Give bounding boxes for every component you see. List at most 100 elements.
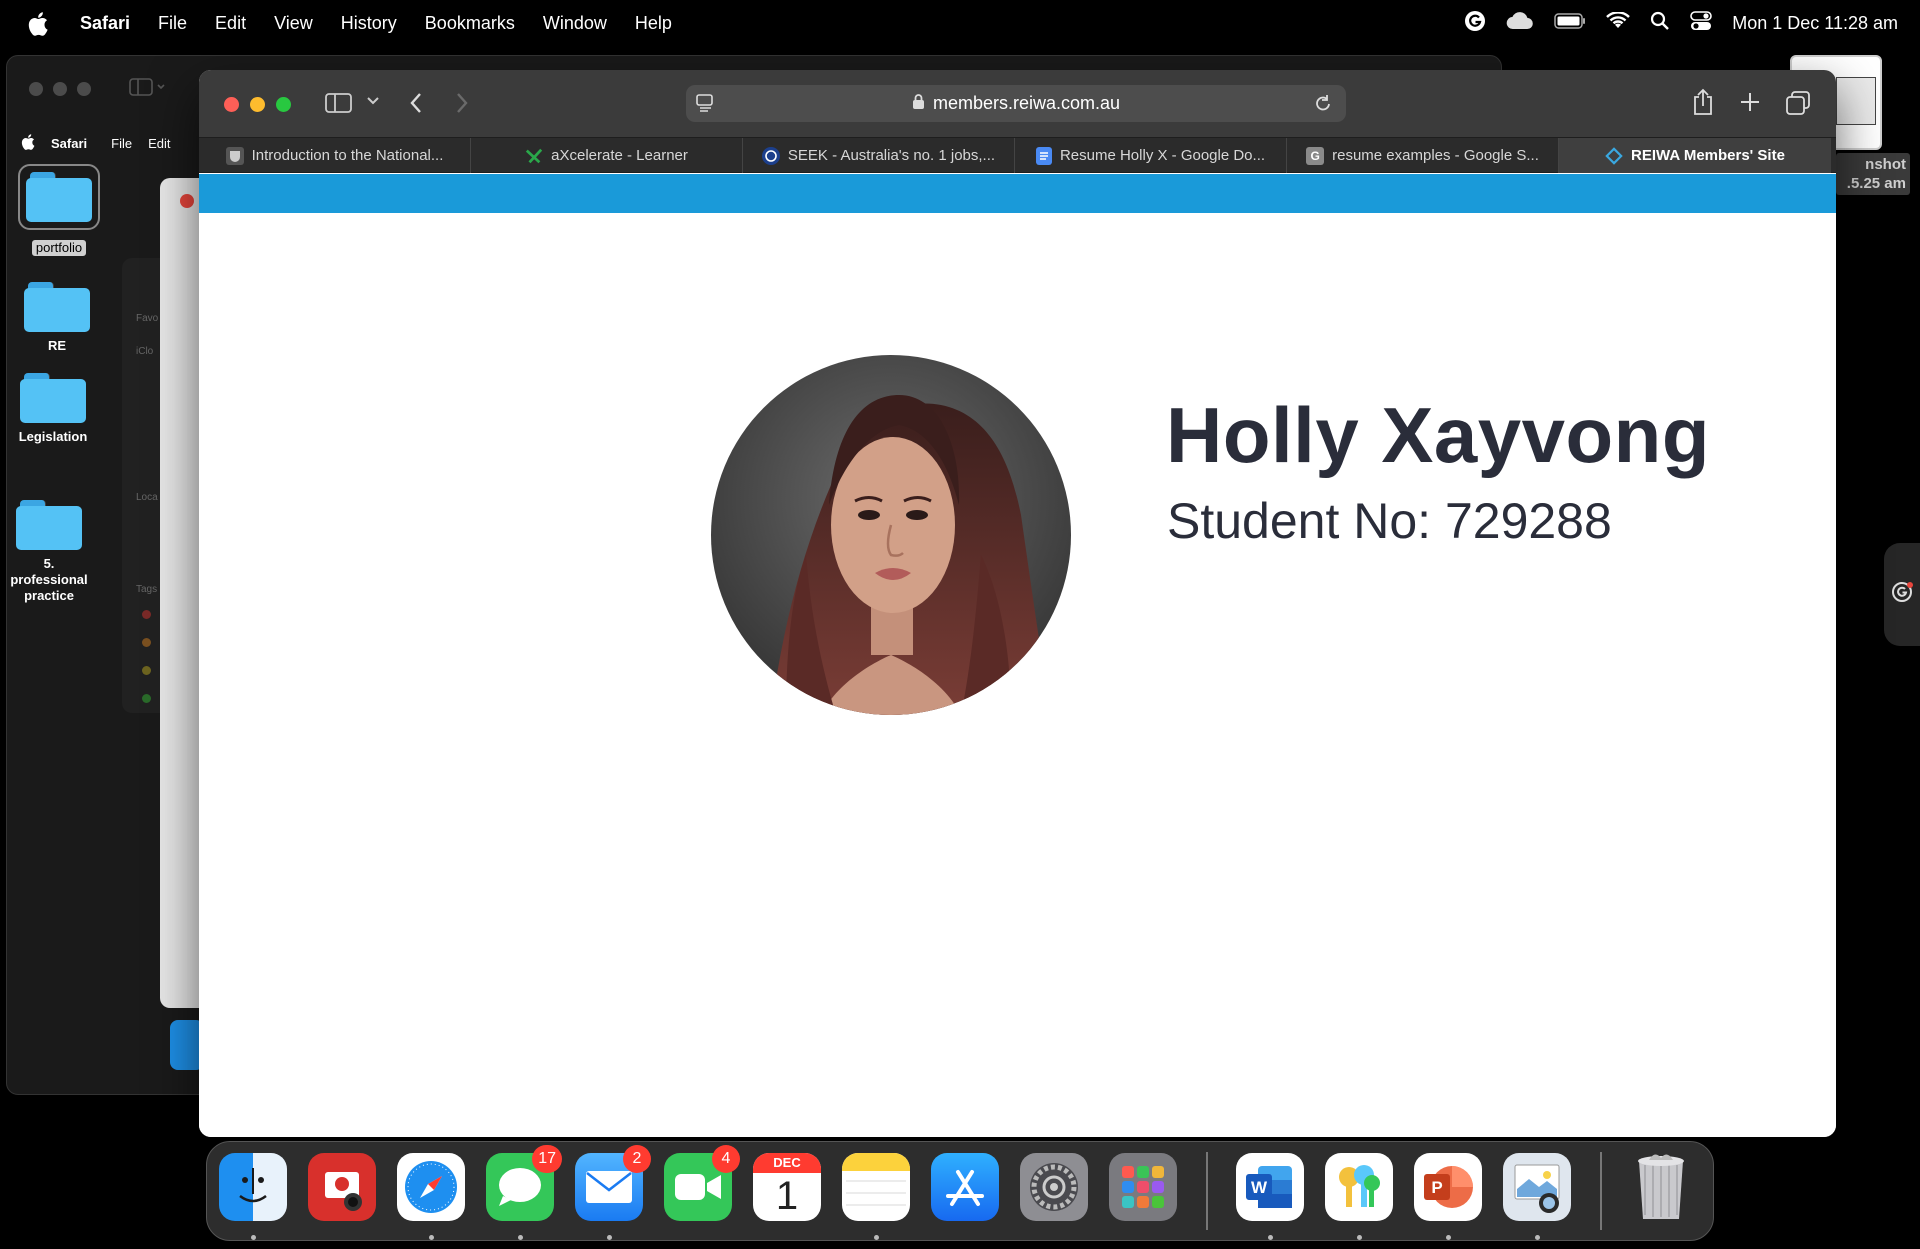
battery-icon[interactable]	[1554, 13, 1586, 34]
grammarly-status-icon[interactable]	[1464, 10, 1486, 37]
menu-history[interactable]: History	[341, 13, 397, 34]
icloud-icon[interactable]	[1506, 12, 1534, 35]
bg-menu-edit: Edit	[148, 136, 171, 151]
safari-window[interactable]: members.reiwa.com.au Introduction to the…	[199, 70, 1836, 1137]
grammarly-side-widget[interactable]	[1884, 543, 1920, 646]
notes-icon[interactable]	[842, 1153, 910, 1221]
safari-icon[interactable]	[397, 1153, 465, 1221]
trash-icon[interactable]	[1627, 1153, 1695, 1221]
tag-red-dot[interactable]	[142, 610, 151, 619]
menu-bar: Safari File Edit View History Bookmarks …	[0, 0, 1920, 47]
wifi-icon[interactable]	[1606, 11, 1631, 35]
desktop-folder-portfolio[interactable]: portfolio	[14, 164, 104, 256]
window-minimize-button[interactable]	[53, 82, 67, 96]
apple-logo-icon	[21, 134, 35, 153]
sidebar-toggle-icon[interactable]	[325, 92, 353, 114]
dock-separator	[1600, 1152, 1602, 1230]
reiwa-header-bar	[199, 174, 1836, 213]
share-icon[interactable]	[1692, 88, 1714, 116]
tag-yellow-dot[interactable]	[142, 666, 151, 675]
dock-separator	[1206, 1152, 1208, 1230]
safari-toolbar: members.reiwa.com.au	[199, 70, 1836, 137]
tab-resume-examples-google[interactable]: G resume examples - Google S...	[1287, 138, 1559, 173]
desktop-folder-legislation[interactable]: Legislation	[8, 373, 98, 445]
page-menu-icon[interactable]	[696, 93, 714, 118]
menu-file[interactable]: File	[158, 13, 187, 34]
sidebar-toggle-icon[interactable]	[129, 77, 167, 102]
tab-bar: Introduction to the National... aXcelera…	[199, 137, 1836, 173]
tab-introduction-national[interactable]: Introduction to the National...	[199, 138, 471, 173]
finder-icon[interactable]	[219, 1153, 287, 1221]
mail-badge: 2	[623, 1145, 651, 1173]
mail-icon[interactable]: 2	[575, 1145, 651, 1221]
tab-seek[interactable]: SEEK - Australia's no. 1 jobs,...	[743, 138, 1015, 173]
desktop-folder-re[interactable]: RE	[12, 282, 102, 354]
photo-booth-icon[interactable]	[308, 1153, 376, 1221]
settings-icon[interactable]	[1020, 1153, 1088, 1221]
app-store-icon[interactable]	[931, 1153, 999, 1221]
forward-arrow-icon[interactable]	[455, 92, 469, 114]
menu-edit[interactable]: Edit	[215, 13, 246, 34]
folder-icon	[20, 373, 86, 423]
folder-label: Legislation	[18, 429, 88, 444]
tag-orange-dot[interactable]	[142, 638, 151, 647]
facetime-badge: 4	[712, 1145, 740, 1173]
menu-help[interactable]: Help	[635, 13, 672, 34]
menu-bookmarks[interactable]: Bookmarks	[425, 13, 515, 34]
preview-icon[interactable]	[1503, 1153, 1571, 1221]
menu-app-name[interactable]: Safari	[80, 13, 130, 34]
running-indicator	[1268, 1235, 1273, 1240]
x-check-icon	[525, 147, 543, 165]
menubar-clock[interactable]: Mon 1 Dec 11:28 am	[1732, 13, 1898, 34]
grammarly-icon[interactable]	[1891, 581, 1913, 608]
calendar-icon[interactable]: DEC 1	[753, 1153, 821, 1221]
screenshot-label: nshot .5.25 am	[1836, 153, 1910, 195]
finder-sidebar-label: Loca	[136, 492, 158, 503]
window-close-button[interactable]	[29, 82, 43, 96]
messages-icon[interactable]: 17	[486, 1145, 562, 1221]
powerpoint-icon[interactable]: P	[1414, 1153, 1482, 1221]
launchpad-icon[interactable]	[1109, 1153, 1177, 1221]
passwords-icon[interactable]	[1325, 1153, 1393, 1221]
facetime-icon[interactable]: 4	[664, 1145, 740, 1221]
back-arrow-icon[interactable]	[409, 92, 423, 114]
window-close-button[interactable]	[224, 97, 239, 112]
tab-title: REIWA Members' Site	[1631, 147, 1785, 164]
tab-reiwa-members[interactable]: REIWA Members' Site	[1559, 138, 1831, 173]
tag-green-dot[interactable]	[142, 694, 151, 703]
tab-overview-icon[interactable]	[1786, 91, 1810, 115]
folder-label: 5. professional practice	[10, 556, 88, 603]
new-tab-plus-icon[interactable]	[1740, 92, 1760, 112]
folder-icon	[16, 500, 82, 550]
window-minimize-button[interactable]	[250, 97, 265, 112]
window-close-button[interactable]	[180, 194, 194, 208]
reload-icon[interactable]	[1314, 93, 1332, 118]
window-zoom-button[interactable]	[77, 82, 91, 96]
running-indicator	[874, 1235, 879, 1240]
menu-window[interactable]: Window	[543, 13, 607, 34]
word-icon[interactable]: W	[1236, 1153, 1304, 1221]
control-center-icon[interactable]	[1690, 11, 1713, 36]
apple-menu-icon[interactable]	[26, 11, 50, 37]
running-indicator	[607, 1235, 612, 1240]
chevron-down-icon[interactable]	[367, 96, 379, 106]
url-text[interactable]: members.reiwa.com.au	[933, 93, 1120, 114]
menu-view[interactable]: View	[274, 13, 313, 34]
address-bar[interactable]: members.reiwa.com.au	[686, 85, 1346, 122]
running-indicator	[429, 1235, 434, 1240]
google-g-icon: G	[1306, 146, 1325, 165]
student-number: Student No: 729288	[1167, 493, 1612, 549]
running-indicator	[1535, 1235, 1540, 1240]
tab-title: aXcelerate - Learner	[551, 147, 688, 164]
spotlight-search-icon[interactable]	[1650, 11, 1670, 36]
running-indicator	[1357, 1235, 1362, 1240]
window-zoom-button[interactable]	[276, 97, 291, 112]
desktop-folder-professional-practice[interactable]: 5. professional practice	[4, 500, 94, 604]
folder-icon	[18, 164, 100, 230]
folder-icon	[24, 282, 90, 332]
profile-photo	[711, 355, 1071, 715]
running-indicator	[518, 1235, 523, 1240]
tab-resume-google-docs[interactable]: Resume Holly X - Google Do...	[1015, 138, 1287, 173]
tab-axcelerate[interactable]: aXcelerate - Learner	[471, 138, 743, 173]
tab-title: Introduction to the National...	[251, 147, 444, 164]
